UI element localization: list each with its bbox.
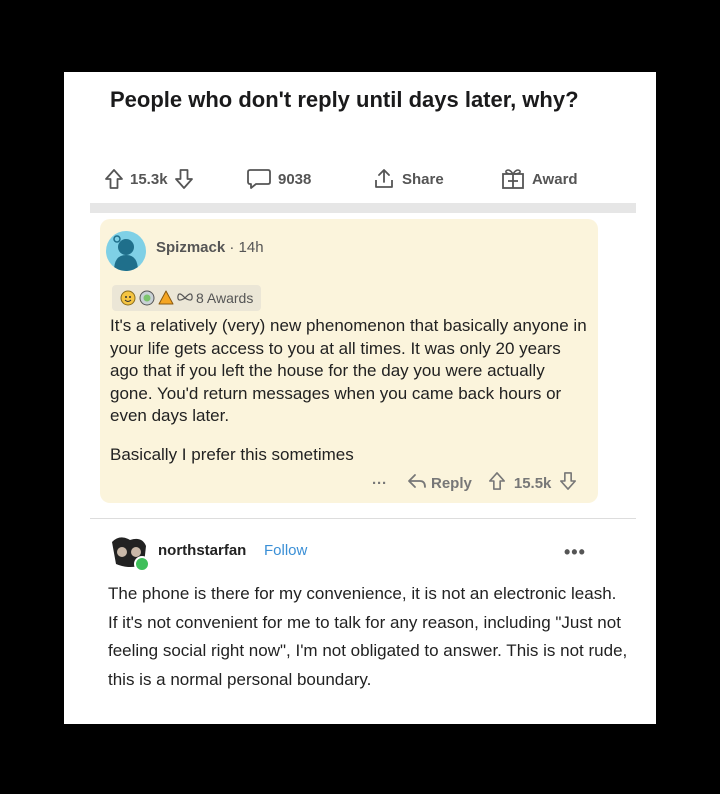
downvote-icon[interactable] [174, 168, 194, 190]
upvote-count: 15.3k [130, 170, 168, 188]
avatar[interactable] [106, 231, 146, 271]
follow-button[interactable]: Follow [264, 542, 307, 559]
more-options-button[interactable]: ••• [564, 542, 586, 563]
comment-body: It's a relatively (very) new phenomenon … [110, 315, 590, 466]
comment-author[interactable]: Spizmack [156, 239, 225, 256]
post-body: The phone is there for my convenience, i… [108, 584, 628, 689]
comments-button[interactable]: 9038 [246, 162, 311, 196]
comment-vote-count: 15.5k [513, 474, 552, 492]
wholesome-award-icon [120, 290, 136, 306]
downvote-icon[interactable] [559, 471, 577, 495]
award-button[interactable]: Award [500, 162, 578, 196]
reply-label: Reply [431, 474, 472, 492]
reply-button[interactable]: Reply [407, 472, 472, 494]
awards-strip[interactable]: 8 Awards [112, 285, 262, 311]
bow-award-icon [177, 290, 193, 306]
comment-meta: Spizmack · 14h [156, 239, 264, 256]
meta-separator: · [229, 239, 235, 256]
gift-icon [500, 167, 526, 191]
helpful-award-icon [158, 290, 174, 306]
comment-paragraph: It's a relatively (very) new phenomenon … [110, 316, 587, 425]
post-title: People who don't reply until days later,… [110, 87, 579, 112]
share-icon [372, 167, 396, 191]
post-action-bar: 15.3k 9038 Share Award [104, 162, 604, 196]
screenshot-card: People who don't reply until days later,… [64, 72, 656, 724]
comment-paragraph: Basically I prefer this sometimes [110, 444, 354, 464]
award-label: Award [532, 170, 578, 188]
reply-icon [407, 472, 427, 494]
avatar[interactable] [108, 532, 150, 572]
post-separator [90, 518, 636, 519]
comment-time: 14h [238, 239, 264, 256]
vote-group: 15.3k [104, 162, 194, 196]
post-username[interactable]: northstarfan [158, 542, 246, 559]
comment-actions: ··· Reply 15.5k [372, 471, 577, 495]
silver-award-icon [139, 290, 155, 306]
comment-count: 9038 [278, 170, 312, 188]
more-options-button[interactable]: ··· [372, 475, 387, 492]
comment-bubble-icon [246, 167, 272, 191]
awards-count: 8 Awards [196, 290, 254, 306]
upvote-icon[interactable] [488, 471, 506, 495]
share-label: Share [402, 170, 444, 188]
comment: Spizmack · 14h 8 Awards It's a relativel… [100, 219, 598, 503]
share-button[interactable]: Share [372, 162, 444, 196]
section-divider [90, 203, 636, 213]
upvote-icon[interactable] [104, 168, 124, 190]
